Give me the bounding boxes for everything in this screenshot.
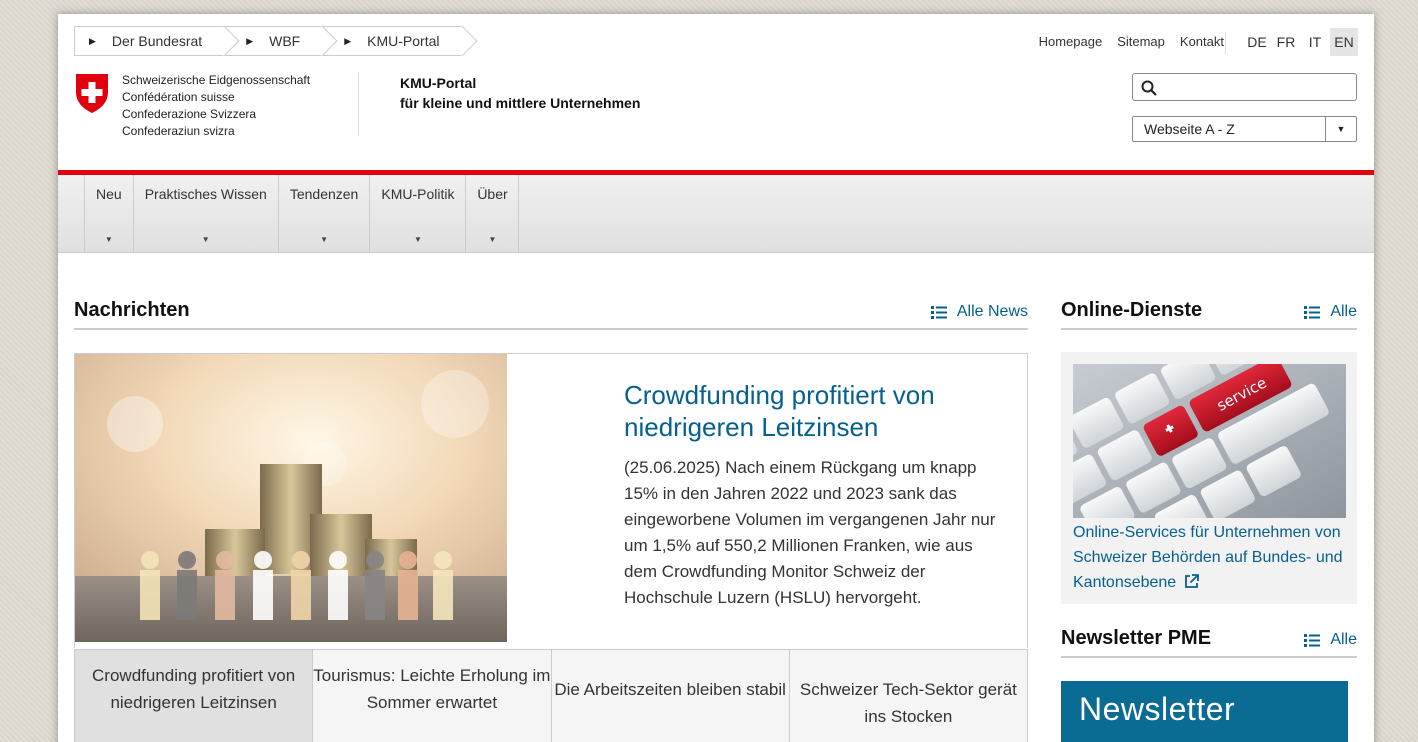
featured-news: Crowdfunding profitiert von niedrigeren … bbox=[74, 353, 1028, 648]
news-text: Crowdfunding profitiert von niedrigeren … bbox=[624, 379, 1004, 611]
nav-item-ueber[interactable]: Über ▼ bbox=[465, 175, 520, 253]
nav-item-neu[interactable]: Neu ▼ bbox=[84, 175, 133, 253]
confed-line: Confederazione Svizzera bbox=[122, 107, 257, 121]
all-newsletter-link[interactable]: Alle bbox=[1304, 631, 1357, 649]
top-links: Homepage Sitemap Kontakt bbox=[1039, 34, 1224, 49]
homepage-link[interactable]: Homepage bbox=[1039, 34, 1103, 49]
nav-label: Praktisches Wissen bbox=[144, 186, 267, 202]
news-tab-1[interactable]: Crowdfunding profitiert von niedrigeren … bbox=[75, 650, 314, 742]
crowdfunding-image bbox=[75, 354, 507, 642]
select-value: Webseite A - Z bbox=[1144, 121, 1235, 137]
section-title: Newsletter PME bbox=[1061, 627, 1212, 649]
divider bbox=[358, 72, 359, 136]
list-icon bbox=[930, 305, 947, 319]
news-tab-4[interactable]: Schweizer Tech-Sektor gerät ins Stocken bbox=[789, 650, 1027, 742]
portal-title: KMU-Portal für kleine und mittlere Unter… bbox=[400, 73, 640, 113]
news-tabs: Crowdfunding profitiert von niedrigeren … bbox=[74, 649, 1028, 742]
list-icon bbox=[1304, 633, 1321, 647]
page: ▶ Der Bundesrat ▶ WBF ▶ KMU-Portal Homep… bbox=[58, 14, 1374, 742]
caret-down-icon: ▼ bbox=[413, 235, 422, 244]
breadcrumb: ▶ Der Bundesrat ▶ WBF ▶ KMU-Portal bbox=[74, 26, 462, 56]
online-services-header: Online-Dienste Alle bbox=[1061, 296, 1357, 330]
newsletter-header: Newsletter PME Alle bbox=[1061, 624, 1357, 658]
sitemap-link[interactable]: Sitemap bbox=[1117, 34, 1165, 49]
breadcrumb-label: KMU-Portal bbox=[367, 33, 440, 49]
nav-label: Tendenzen bbox=[289, 186, 359, 202]
main-navigation: Neu ▼ Praktisches Wissen ▼ Tendenzen ▼ K… bbox=[58, 175, 1374, 253]
caret-right-icon: ▶ bbox=[344, 35, 352, 46]
nav-item-kmu-politik[interactable]: KMU-Politik ▼ bbox=[369, 175, 465, 253]
newsletter-banner[interactable]: Newsletter bbox=[1061, 681, 1348, 742]
breadcrumb-label: WBF bbox=[269, 33, 301, 49]
kontakt-link[interactable]: Kontakt bbox=[1180, 34, 1224, 49]
confederation-names: Schweizerische Eidgenossenschaft Confédé… bbox=[122, 72, 310, 140]
swiss-shield-icon bbox=[76, 74, 108, 113]
all-news-link[interactable]: Alle News bbox=[930, 303, 1028, 321]
caret-right-icon: ▶ bbox=[89, 35, 96, 46]
link-label: Online-Services für Unternehmen von Schw… bbox=[1073, 524, 1343, 591]
confed-line: Schweizerische Eidgenossenschaft bbox=[122, 73, 311, 87]
search-icon[interactable] bbox=[1141, 80, 1157, 96]
caret-right-icon: ▶ bbox=[246, 35, 254, 46]
link-label: Alle bbox=[1330, 631, 1357, 648]
nav-item-tendenzen[interactable]: Tendenzen ▼ bbox=[277, 175, 370, 253]
lang-en[interactable]: EN bbox=[1330, 28, 1358, 56]
link-label: Alle News bbox=[956, 303, 1028, 320]
breadcrumb-item-kmu-portal[interactable]: ▶ KMU-Portal bbox=[322, 26, 462, 56]
search-box bbox=[1132, 73, 1357, 101]
website-az-select[interactable]: Webseite A - Z ▼ bbox=[1132, 116, 1357, 142]
services-image[interactable]: service bbox=[1073, 364, 1346, 518]
lang-fr[interactable]: FR bbox=[1272, 28, 1300, 56]
all-services-link[interactable]: Alle bbox=[1304, 303, 1357, 321]
newsletter-banner-text: Newsletter bbox=[1079, 691, 1236, 727]
nav-item-praktisches-wissen[interactable]: Praktisches Wissen ▼ bbox=[132, 175, 278, 253]
nav-label: Über bbox=[477, 186, 508, 202]
news-header: Nachrichten Alle News bbox=[74, 296, 1028, 330]
list-icon bbox=[1304, 305, 1321, 319]
search-input[interactable] bbox=[1163, 76, 1348, 98]
external-link-icon bbox=[1184, 574, 1199, 588]
portal-subtitle: für kleine und mittlere Unternehmen bbox=[400, 95, 641, 111]
lang-de[interactable]: DE bbox=[1243, 28, 1271, 56]
section-title: Online-Dienste bbox=[1061, 299, 1203, 321]
section-title: Nachrichten bbox=[74, 299, 190, 321]
caret-down-icon: ▼ bbox=[201, 235, 210, 244]
divider bbox=[1225, 32, 1226, 54]
news-title-link[interactable]: Crowdfunding profitiert von niedrigeren … bbox=[624, 379, 1004, 443]
language-switcher: DE FR IT EN bbox=[1242, 28, 1358, 56]
news-body: (25.06.2025) Nach einem Rückgang um knap… bbox=[624, 458, 996, 607]
breadcrumb-label: Der Bundesrat bbox=[111, 33, 203, 49]
news-image[interactable] bbox=[75, 354, 507, 642]
nav-label: KMU-Politik bbox=[381, 186, 455, 202]
link-label: Alle bbox=[1330, 303, 1357, 320]
news-tab-2[interactable]: Tourismus: Leichte Erholung im Sommer er… bbox=[313, 650, 552, 742]
online-services-link[interactable]: Online-Services für Unternehmen von Schw… bbox=[1073, 520, 1351, 595]
caret-down-icon: ▼ bbox=[104, 235, 113, 244]
online-services-box: service Online-Services für Unternehmen … bbox=[1061, 352, 1357, 604]
news-tab-3[interactable]: Die Arbeitszeiten bleiben stabil bbox=[551, 650, 790, 742]
caret-down-icon: ▼ bbox=[320, 235, 329, 244]
breadcrumb-item-bundesrat[interactable]: ▶ Der Bundesrat bbox=[74, 26, 225, 56]
nav-label: Neu bbox=[96, 186, 122, 202]
keyboard-image: service bbox=[1073, 364, 1346, 518]
caret-down-icon: ▼ bbox=[488, 235, 497, 244]
confed-line: Confederaziun svizra bbox=[122, 124, 235, 138]
confed-line: Confédération suisse bbox=[122, 90, 235, 104]
portal-name: KMU-Portal bbox=[400, 75, 477, 91]
chevron-down-icon[interactable]: ▼ bbox=[1325, 117, 1356, 141]
federal-logo[interactable]: Schweizerische Eidgenossenschaft Confédé… bbox=[74, 72, 310, 140]
lang-it[interactable]: IT bbox=[1301, 28, 1329, 56]
